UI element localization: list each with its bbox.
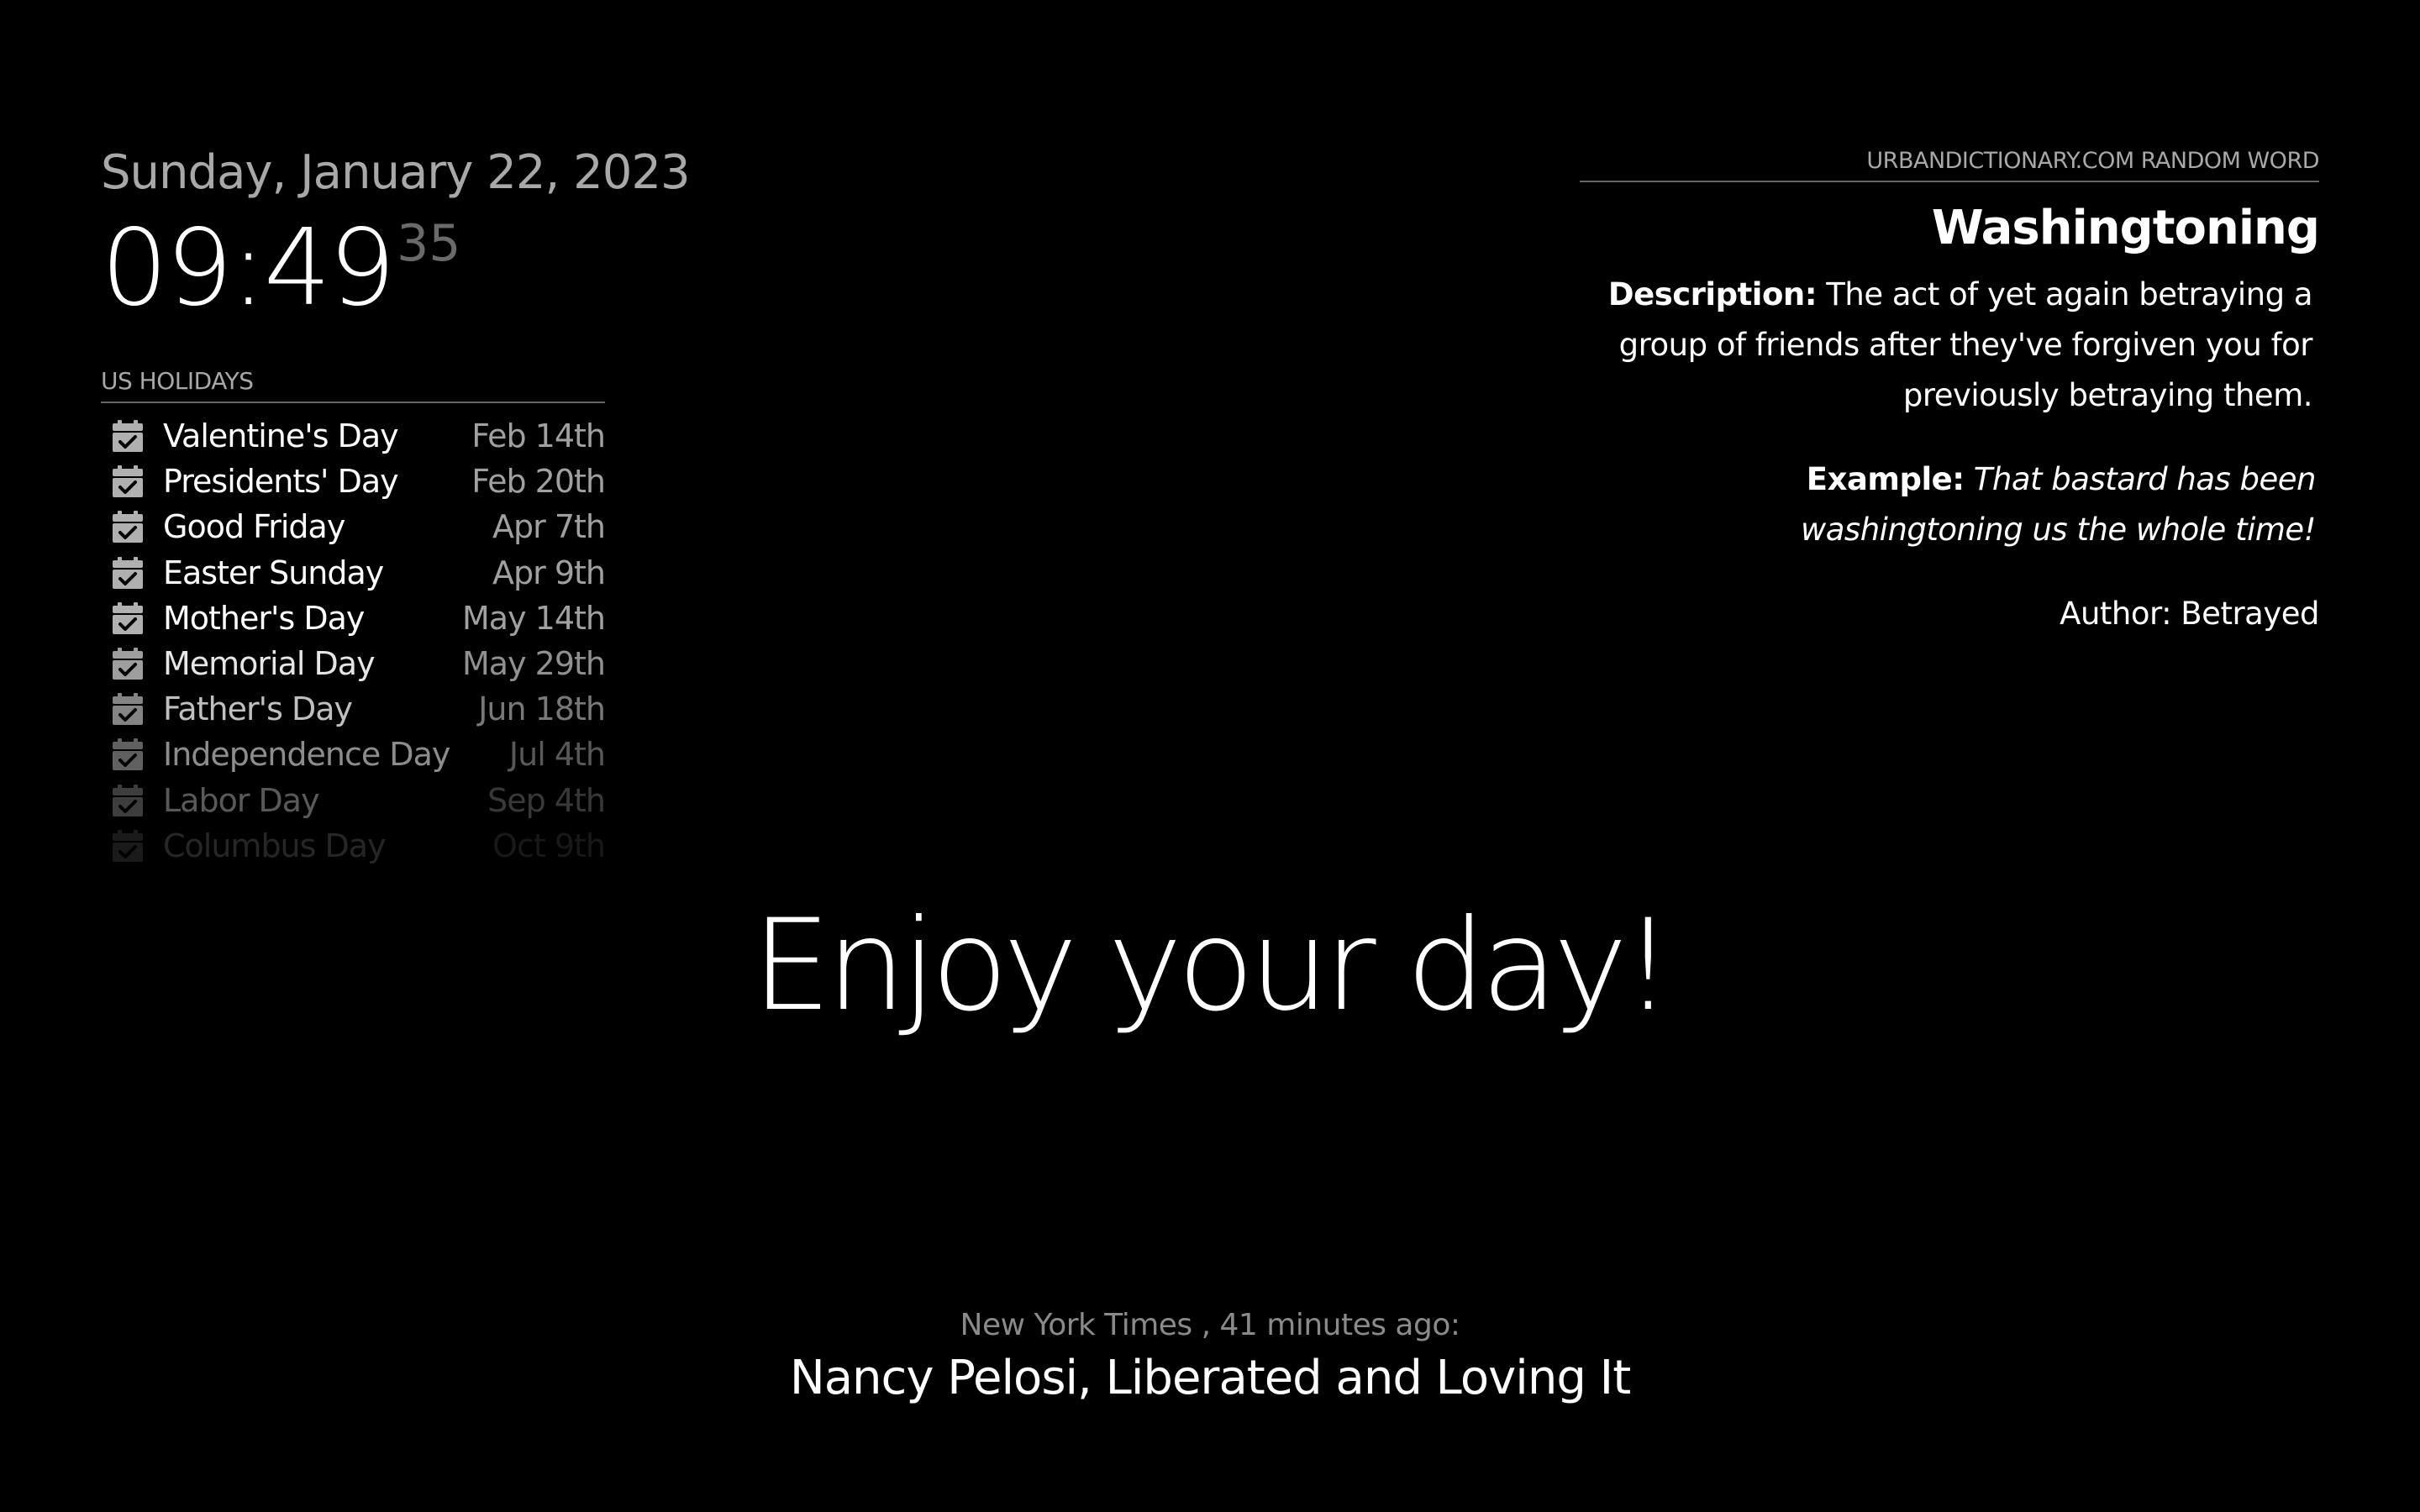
word-example: Example: That bastard has been washingto… bbox=[1580, 454, 2319, 555]
calendar-check-icon bbox=[113, 693, 143, 726]
clock-time: 09:49 35 bbox=[101, 215, 690, 321]
calendar-check-icon bbox=[113, 738, 143, 771]
calendar-check-icon bbox=[113, 784, 143, 816]
clock-module: Sunday, January 22, 2023 09:49 35 bbox=[101, 145, 691, 321]
holiday-name: Independence Day bbox=[163, 736, 450, 774]
clock-hours-minutes: 09:49 bbox=[101, 206, 396, 329]
holiday-date: Feb 20th bbox=[471, 463, 606, 501]
calendar-check-icon bbox=[113, 648, 143, 680]
holiday-name: Memorial Day bbox=[163, 645, 376, 683]
holiday-date: Apr 9th bbox=[492, 554, 606, 591]
calendar-check-icon bbox=[113, 556, 143, 589]
calendar-check-icon bbox=[113, 829, 143, 862]
holiday-date: Sep 4th bbox=[487, 781, 606, 819]
clock-date: Sunday, January 22, 2023 bbox=[101, 145, 691, 200]
holiday-row: Mother's Day May 14th bbox=[101, 596, 606, 641]
holiday-date: Apr 7th bbox=[492, 508, 606, 546]
calendar-check-icon bbox=[113, 420, 143, 453]
clock-seconds: 35 bbox=[397, 214, 461, 273]
news-feed-module: New York Times , 41 minutes ago: Nancy P… bbox=[0, 1307, 2420, 1406]
urban-dictionary-module: URBANDICTIONARY.COM RANDOM WORD Washingt… bbox=[1580, 150, 2320, 639]
word-description: Description: The act of yet again betray… bbox=[1580, 270, 2319, 421]
example-label: Example: bbox=[1806, 460, 1965, 497]
holiday-name: Valentine's Day bbox=[163, 417, 399, 455]
calendar-check-icon bbox=[113, 511, 143, 543]
holiday-name: Father's Day bbox=[163, 690, 353, 728]
urban-dictionary-header: URBANDICTIONARY.COM RANDOM WORD bbox=[1580, 150, 2320, 182]
holiday-name: Good Friday bbox=[163, 508, 345, 546]
holiday-name: Easter Sunday bbox=[163, 554, 384, 591]
holidays-header: US HOLIDAYS bbox=[101, 370, 605, 403]
holiday-row: Easter Sunday Apr 9th bbox=[101, 550, 606, 596]
holiday-row: Presidents' Day Feb 20th bbox=[101, 459, 606, 504]
holiday-name: Labor Day bbox=[163, 781, 320, 819]
holiday-date: May 29th bbox=[462, 645, 606, 683]
holiday-date: Jul 4th bbox=[508, 736, 606, 774]
calendar-check-icon bbox=[113, 465, 143, 498]
holiday-list: Valentine's Day Feb 14th Presidents' Day Fe… bbox=[101, 413, 606, 869]
holiday-row: Good Friday Apr 7th bbox=[101, 504, 606, 549]
news-source: New York Times , 41 minutes ago: bbox=[960, 1308, 1460, 1342]
holiday-date: May 14th bbox=[462, 599, 606, 637]
holiday-row: Independence Day Jul 4th bbox=[101, 732, 606, 777]
compliment-text: Enjoy your day! bbox=[751, 893, 1674, 1039]
holiday-name: Mother's Day bbox=[163, 599, 365, 637]
holiday-date: Jun 18th bbox=[478, 690, 606, 728]
word-author: Author: Betrayed bbox=[2060, 595, 2319, 632]
word-title: Washingtoning bbox=[1931, 201, 2320, 255]
holiday-date: Feb 14th bbox=[471, 417, 606, 455]
holiday-date: Oct 9th bbox=[492, 827, 606, 864]
holiday-row: Labor Day Sep 4th bbox=[101, 778, 606, 823]
news-headline: Nancy Pelosi, Liberated and Loving It bbox=[789, 1351, 1631, 1406]
calendar-check-icon bbox=[113, 601, 143, 634]
holidays-module: US HOLIDAYS Valentine's Day Feb 14th Presi… bbox=[101, 370, 606, 869]
holiday-row: Valentine's Day Feb 14th bbox=[101, 413, 606, 459]
description-label: Description: bbox=[1607, 276, 1818, 312]
holiday-name: Presidents' Day bbox=[163, 463, 399, 501]
holiday-row: Father's Day Jun 18th bbox=[101, 686, 606, 732]
holiday-row: Columbus Day Oct 9th bbox=[101, 823, 606, 869]
holiday-name: Columbus Day bbox=[163, 827, 387, 864]
holiday-row: Memorial Day May 29th bbox=[101, 641, 606, 686]
